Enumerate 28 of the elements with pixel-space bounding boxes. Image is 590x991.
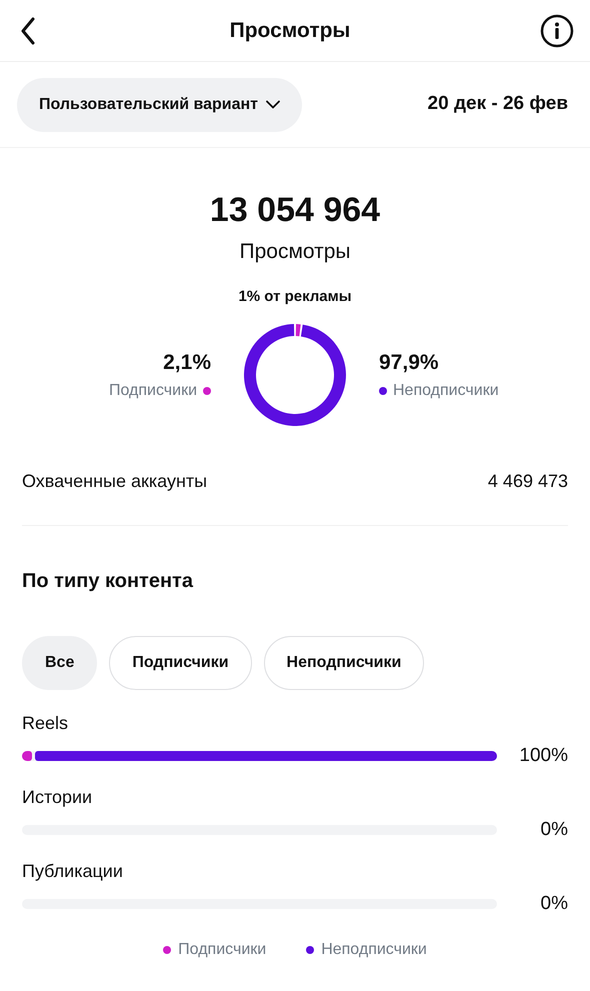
filter-chip[interactable]: Все (22, 636, 98, 690)
filter-chip[interactable]: Неподписчики (264, 636, 424, 690)
chevron-down-icon (266, 100, 280, 109)
percentage-value: 2,1% (163, 350, 211, 376)
percentage-value: 97,9% (379, 350, 439, 376)
legend-label: Неподписчики (321, 940, 427, 960)
percentage-value: 100% (519, 744, 568, 768)
views-total: 13 054 964 (210, 190, 380, 231)
reach-value: 4 469 473 (488, 470, 568, 493)
percentage-value: 0% (540, 892, 568, 916)
legend-label: Подписчики (178, 940, 266, 960)
content-type-label: Reels (22, 712, 70, 734)
info-icon (540, 14, 574, 48)
percentage-value: 0% (540, 818, 568, 842)
legend-label: Подписчики (108, 380, 197, 401)
reach-label: Охваченные аккаунты (22, 470, 208, 493)
content-type-label: Истории (22, 786, 94, 808)
filter-chip[interactable]: Подписчики (109, 636, 252, 690)
page-title: Просмотры (230, 18, 350, 44)
content-type-label: Публикации (22, 860, 124, 882)
info-button[interactable] (540, 14, 574, 48)
date-range: 20 дек - 26 фев (428, 92, 568, 116)
back-icon (20, 16, 36, 44)
section-title: По типу контента (22, 569, 194, 594)
views-label: Просмотры (240, 239, 350, 265)
date-range-dropdown[interactable]: Пользовательский вариант (17, 78, 302, 132)
legend-label: Неподписчики (393, 380, 499, 401)
ads-note: 1% от рекламы (238, 286, 352, 306)
